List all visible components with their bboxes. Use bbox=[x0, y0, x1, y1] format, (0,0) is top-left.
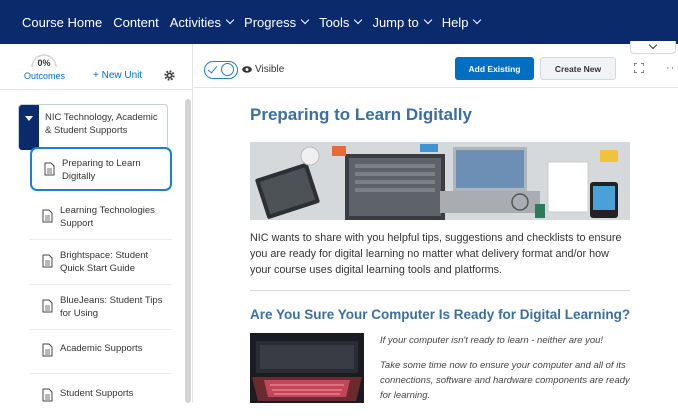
page-title: Preparing to Learn Digitally bbox=[250, 105, 472, 124]
create-new-button[interactable]: Create New bbox=[540, 57, 616, 80]
document-icon bbox=[42, 254, 53, 268]
sidebar-scrollbar[interactable] bbox=[185, 99, 191, 403]
chevron-down-icon bbox=[300, 15, 310, 25]
nav-content-label: Content bbox=[113, 14, 159, 30]
section-heading: Are You Sure Your Computer Is Ready for … bbox=[250, 307, 631, 322]
unit-collapse-toggle[interactable] bbox=[19, 105, 39, 150]
gear-icon[interactable] bbox=[163, 69, 176, 82]
topic-bluejeans-tips[interactable]: BlueJeans: Student Tips for Using bbox=[30, 286, 172, 330]
visibility-toggle[interactable] bbox=[204, 61, 238, 79]
fullscreen-icon[interactable] bbox=[634, 63, 644, 73]
document-icon bbox=[42, 209, 53, 223]
more-options-icon[interactable]: ·· bbox=[666, 62, 675, 74]
caret-down-icon bbox=[25, 116, 33, 121]
topic-toolbar: Visible Add Existing Create New ·· bbox=[194, 44, 678, 88]
sidebar-header: 0% Outcomes + New Unit bbox=[0, 44, 192, 90]
topic-preparing-to-learn[interactable]: Preparing to Learn Digitally bbox=[30, 147, 172, 191]
topic-label: Brightspace: Student Quick Start Guide bbox=[60, 250, 149, 274]
nav-help-label: Help bbox=[441, 14, 469, 30]
topic-academic-supports[interactable]: Academic Supports bbox=[30, 330, 172, 374]
topic-label: Academic Supports bbox=[60, 343, 143, 354]
nav-jump-to[interactable]: Jump to bbox=[372, 14, 432, 30]
chevron-down-icon bbox=[225, 15, 235, 25]
nav-progress-label: Progress bbox=[244, 14, 297, 30]
nav-content[interactable]: Content bbox=[113, 15, 159, 30]
nav-help[interactable]: Help bbox=[441, 14, 482, 30]
topic-label: Preparing to Learn Digitally bbox=[62, 158, 141, 182]
laptop-image bbox=[250, 333, 364, 403]
outcomes-percent: 0% bbox=[37, 58, 51, 68]
nav-tools[interactable]: Tools bbox=[319, 14, 363, 30]
course-navbar: Course Home Content Activities Progress … bbox=[0, 0, 678, 44]
nav-activities[interactable]: Activities bbox=[169, 14, 235, 30]
nav-jump-to-label: Jump to bbox=[372, 14, 419, 30]
add-existing-button[interactable]: Add Existing bbox=[455, 57, 534, 80]
collapse-navbar-button[interactable] bbox=[630, 40, 676, 54]
topic-student-supports[interactable]: Student Supports bbox=[30, 375, 172, 419]
topic-label: Student Supports bbox=[60, 388, 134, 399]
nav-progress[interactable]: Progress bbox=[244, 14, 310, 30]
chevron-down-icon bbox=[473, 15, 482, 25]
intro-text: NIC wants to share with you helpful tips… bbox=[250, 232, 622, 276]
toggle-knob bbox=[221, 63, 234, 76]
tip-text-1: If your computer isn't ready to learn - … bbox=[380, 335, 604, 346]
content-sidebar: 0% Outcomes + New Unit NIC Technology, A… bbox=[0, 44, 193, 403]
nav-tools-label: Tools bbox=[319, 14, 350, 30]
document-icon bbox=[44, 162, 55, 176]
topic-label: Learning Technologies Support bbox=[60, 205, 155, 229]
nav-course-home-label: Course Home bbox=[22, 14, 103, 30]
checkmark-icon bbox=[207, 63, 218, 74]
new-unit-button[interactable]: + New Unit bbox=[93, 70, 142, 81]
section-divider bbox=[250, 290, 630, 291]
topic-brightspace-guide[interactable]: Brightspace: Student Quick Start Guide bbox=[30, 241, 172, 285]
eye-icon bbox=[242, 66, 252, 73]
topic-learning-technologies[interactable]: Learning Technologies Support bbox=[30, 196, 172, 240]
nav-activities-label: Activities bbox=[169, 14, 222, 30]
outcomes-link[interactable]: Outcomes bbox=[24, 71, 65, 81]
document-icon bbox=[42, 388, 53, 402]
tip-text-2: Take some time now to ensure your comput… bbox=[380, 360, 630, 401]
desk-hero-image bbox=[250, 142, 630, 220]
chevron-down-icon bbox=[354, 15, 363, 25]
unit-label: NIC Technology, Academic & Student Suppo… bbox=[45, 112, 158, 136]
visibility-label: Visible bbox=[255, 64, 285, 75]
unit-nic-technology[interactable]: NIC Technology, Academic & Student Suppo… bbox=[18, 104, 168, 150]
topic-label: BlueJeans: Student Tips for Using bbox=[60, 295, 163, 319]
document-icon bbox=[42, 343, 53, 357]
chevron-down-icon bbox=[648, 40, 658, 50]
chevron-down-icon bbox=[423, 15, 432, 25]
document-icon bbox=[42, 299, 53, 313]
nav-course-home[interactable]: Course Home bbox=[22, 15, 102, 30]
